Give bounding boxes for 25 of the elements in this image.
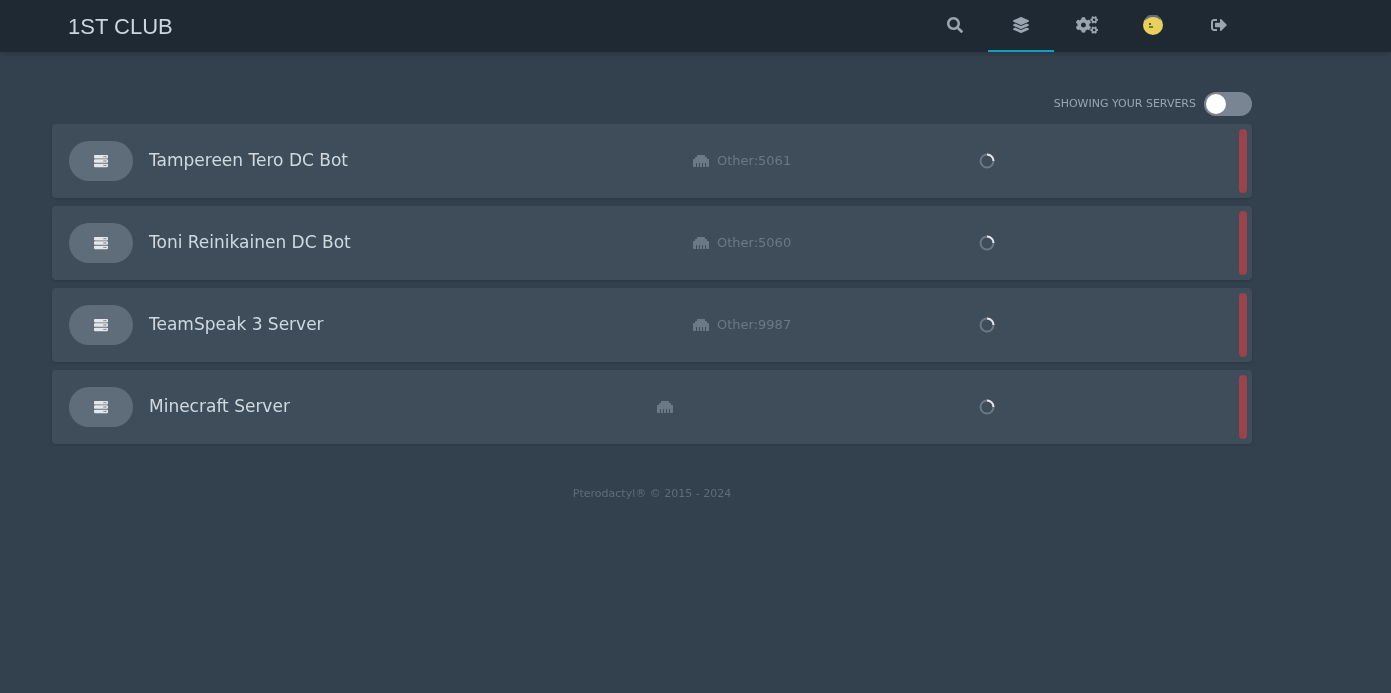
server-icon <box>94 154 108 168</box>
avatar-icon <box>1143 15 1163 35</box>
site-title[interactable]: 1ST CLUB <box>52 9 173 43</box>
server-row[interactable]: Minecraft Server <box>52 370 1252 444</box>
server-name: Tampereen Tero DC Bot <box>149 149 349 173</box>
server-icon <box>94 400 108 414</box>
layers-icon <box>1013 17 1029 33</box>
ethernet-icon <box>693 153 709 169</box>
server-icon <box>94 236 108 250</box>
loading-spinner-icon <box>979 153 995 169</box>
server-name: TeamSpeak 3 Server <box>149 313 325 337</box>
loading-spinner-icon <box>979 235 995 251</box>
logout-icon <box>1211 17 1227 33</box>
server-name: Minecraft Server <box>149 395 291 419</box>
server-name: Toni Reinikainen DC Bot <box>149 231 352 255</box>
loading-spinner-icon <box>979 317 995 333</box>
search-icon <box>947 17 963 33</box>
ethernet-icon <box>693 317 709 333</box>
ethernet-icon <box>657 399 673 415</box>
loading-spinner-icon <box>979 399 995 415</box>
ethernet-icon <box>693 235 709 251</box>
server-icon <box>94 318 108 332</box>
filter-label: SHOWING YOUR SERVERS <box>1053 95 1196 112</box>
gears-icon <box>1076 16 1098 34</box>
toggle-switch[interactable] <box>1204 92 1252 116</box>
